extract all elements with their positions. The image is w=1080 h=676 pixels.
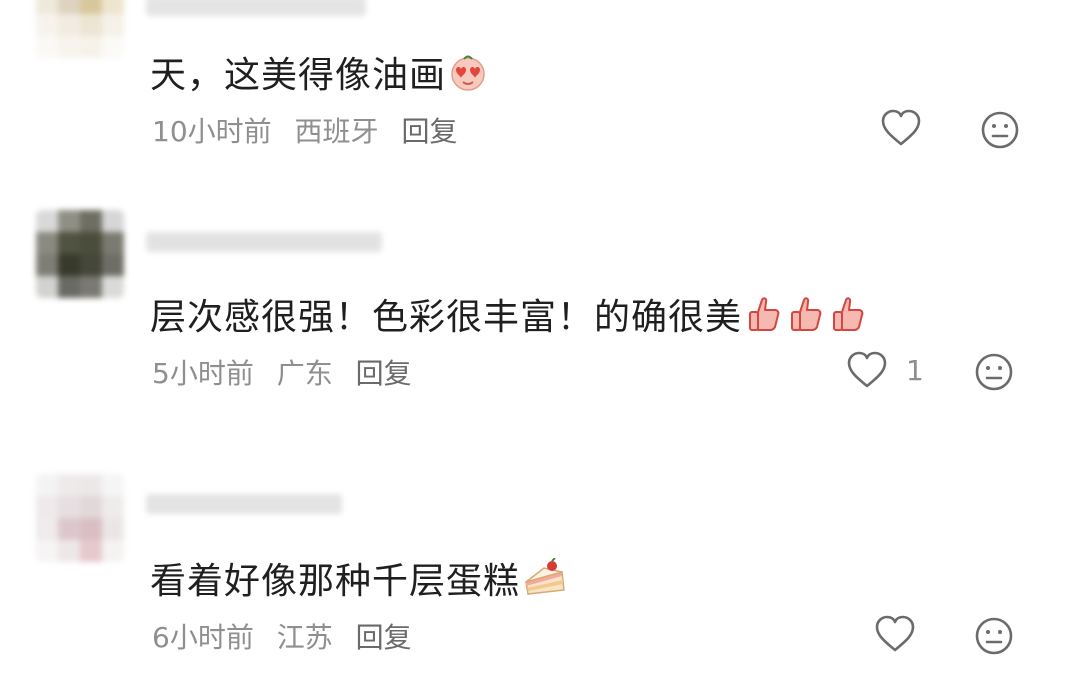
like-button[interactable] [880, 108, 940, 148]
comment-location: 西班牙 [294, 115, 379, 148]
comment-meta: 6小时前 江苏 回复 [152, 616, 426, 656]
thumbs-up-emoji-icon [833, 297, 864, 331]
heart-eyes-emoji-icon [451, 55, 485, 91]
reply-button[interactable]: 回复 [356, 357, 412, 390]
avatar[interactable] [36, 210, 124, 298]
neutral-face-icon [981, 111, 1019, 149]
comment-location: 广东 [276, 357, 333, 390]
username[interactable] [146, 494, 342, 514]
comment-text: 层次感很强！色彩很丰富！的确很美 [150, 288, 868, 340]
like-button[interactable] [874, 614, 934, 654]
comment-text-content: 层次感很强！色彩很丰富！的确很美 [150, 297, 743, 338]
comment-text-content: 看着好像那种千层蛋糕 [150, 561, 521, 602]
thumbs-up-emoji-icon [791, 297, 822, 331]
dislike-button[interactable] [974, 616, 1014, 656]
cake-emoji-icon [525, 558, 565, 595]
comment-time: 5小时前 [152, 357, 254, 390]
like-count: 1 [906, 353, 924, 387]
comment-text-content: 天，这美得像油画 [150, 55, 447, 96]
comment-text: 天，这美得像油画 [150, 46, 488, 98]
reply-button[interactable]: 回复 [356, 621, 412, 654]
heart-outline-icon [875, 615, 915, 652]
like-button[interactable]: 1 [846, 350, 924, 390]
neutral-face-icon [975, 617, 1013, 655]
comment-list: 天，这美得像油画 10小时前 西班牙 回复 层次感很强！色彩很丰富！的确很美 5… [0, 0, 1080, 676]
username[interactable] [146, 0, 366, 16]
dislike-button[interactable] [980, 110, 1020, 150]
heart-outline-icon [847, 351, 887, 388]
avatar[interactable] [36, 474, 124, 562]
dislike-button[interactable] [974, 352, 1014, 392]
comment-text: 看着好像那种千层蛋糕 [150, 552, 568, 604]
username[interactable] [146, 232, 382, 252]
reply-button[interactable]: 回复 [401, 115, 457, 148]
avatar[interactable] [36, 0, 124, 58]
comment-time: 10小时前 [152, 115, 272, 148]
heart-outline-icon [881, 109, 921, 146]
comment-location: 江苏 [276, 621, 333, 654]
comment-time: 6小时前 [152, 621, 254, 654]
comment-meta: 5小时前 广东 回复 [152, 352, 426, 392]
comment-meta: 10小时前 西班牙 回复 [152, 110, 471, 150]
thumbs-up-emoji-icon [749, 297, 780, 331]
neutral-face-icon [975, 353, 1013, 391]
